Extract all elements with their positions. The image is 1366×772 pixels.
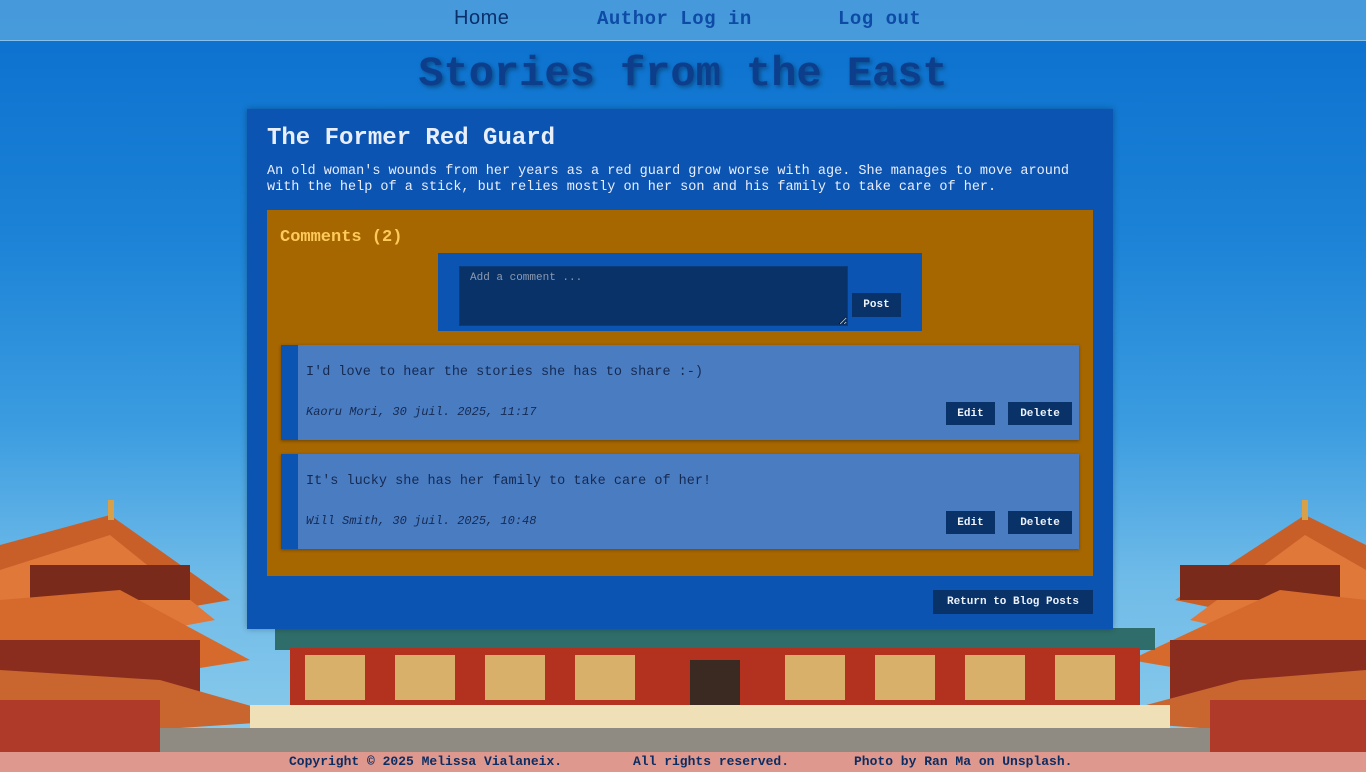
comment-item: I'd love to hear the stories she has to … [281, 345, 1079, 440]
comment-meta: Kaoru Mori, 30 juil. 2025, 11:17 [306, 405, 537, 419]
site-title: Stories from the East [418, 50, 948, 98]
footer-copyright: Copyright © 2025 Melissa Vialaneix. [289, 754, 563, 769]
nav-home-link[interactable]: Home [454, 7, 509, 30]
top-navigation: Home Author Log in Log out [0, 0, 1366, 41]
comment-form: Post [438, 253, 922, 331]
comment-accent-stripe [281, 345, 298, 440]
post-comment-button[interactable]: Post [852, 293, 901, 317]
comment-accent-stripe [281, 454, 298, 549]
return-to-blog-posts-button[interactable]: Return to Blog Posts [933, 590, 1093, 614]
comment-item: It's lucky she has her family to take ca… [281, 454, 1079, 549]
comment-meta: Will Smith, 30 juil. 2025, 10:48 [306, 514, 537, 528]
edit-comment-button[interactable]: Edit [946, 511, 995, 534]
comments-section: Comments (2) Post I'd love to hear the s… [267, 210, 1093, 576]
edit-comment-button[interactable]: Edit [946, 402, 995, 425]
delete-comment-button[interactable]: Delete [1008, 402, 1072, 425]
footer-rights: All rights reserved. [633, 754, 790, 769]
footer-photo-credit: Photo by Ran Ma on Unsplash. [854, 754, 1073, 769]
nav-author-login-link[interactable]: Author Log in [597, 8, 752, 30]
delete-comment-button[interactable]: Delete [1008, 511, 1072, 534]
nav-logout-link[interactable]: Log out [838, 8, 921, 30]
comment-text: It's lucky she has her family to take ca… [306, 474, 712, 489]
comment-text: I'd love to hear the stories she has to … [306, 365, 703, 380]
footer: Copyright © 2025 Melissa Vialaneix. All … [0, 752, 1366, 772]
comment-input[interactable] [459, 266, 848, 326]
comments-heading: Comments (2) [280, 228, 403, 247]
post-title: The Former Red Guard [267, 125, 556, 152]
post-body: An old woman's wounds from her years as … [267, 164, 1070, 195]
post-card: The Former Red Guard An old woman's woun… [247, 109, 1113, 629]
